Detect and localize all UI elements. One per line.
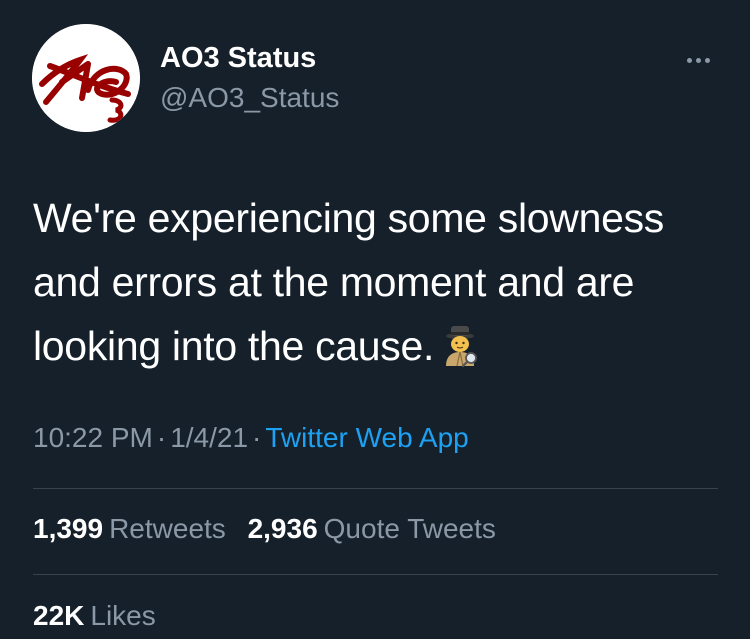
detective-emoji-icon <box>440 322 480 386</box>
retweets-stat[interactable]: 1,399 Retweets <box>33 513 226 545</box>
quote-tweets-label: Quote Tweets <box>323 513 496 544</box>
likes-stat[interactable]: 22K Likes <box>33 600 156 632</box>
tweet-date[interactable]: 1/4/21 <box>170 422 248 453</box>
tweet-card: AO3 Status @AO3_Status We're experiencin… <box>0 0 750 639</box>
divider <box>33 574 718 575</box>
quote-tweets-count: 2,936 <box>247 513 318 544</box>
likes-stats-row: 22K Likes <box>33 600 170 632</box>
divider <box>33 488 718 489</box>
quote-tweets-stat[interactable]: 2,936 Quote Tweets <box>248 513 496 545</box>
user-handle[interactable]: @AO3_Status <box>160 82 339 114</box>
retweets-label: Retweets <box>109 513 226 544</box>
tweet-meta: 10:22 PM · 1/4/21 · Twitter Web App <box>33 422 469 454</box>
retweets-count: 1,399 <box>33 513 104 544</box>
likes-count: 22K <box>33 600 85 631</box>
more-horizontal-icon <box>686 57 710 63</box>
engagement-stats-row: 1,399 Retweets 2,936 Quote Tweets <box>33 513 510 545</box>
more-options-button[interactable] <box>676 48 720 72</box>
tweet-body: We're experiencing some slowness and err… <box>33 195 664 369</box>
tweet-text: We're experiencing some slowness and err… <box>33 186 733 386</box>
display-name[interactable]: AO3 Status <box>160 42 316 75</box>
meta-separator: · <box>252 422 262 453</box>
likes-label: Likes <box>90 600 156 631</box>
meta-separator: · <box>156 422 167 453</box>
ao3-logo-icon <box>32 24 140 132</box>
avatar[interactable] <box>32 24 140 132</box>
tweet-source-link[interactable]: Twitter Web App <box>265 422 468 453</box>
tweet-time[interactable]: 10:22 PM <box>33 422 153 453</box>
